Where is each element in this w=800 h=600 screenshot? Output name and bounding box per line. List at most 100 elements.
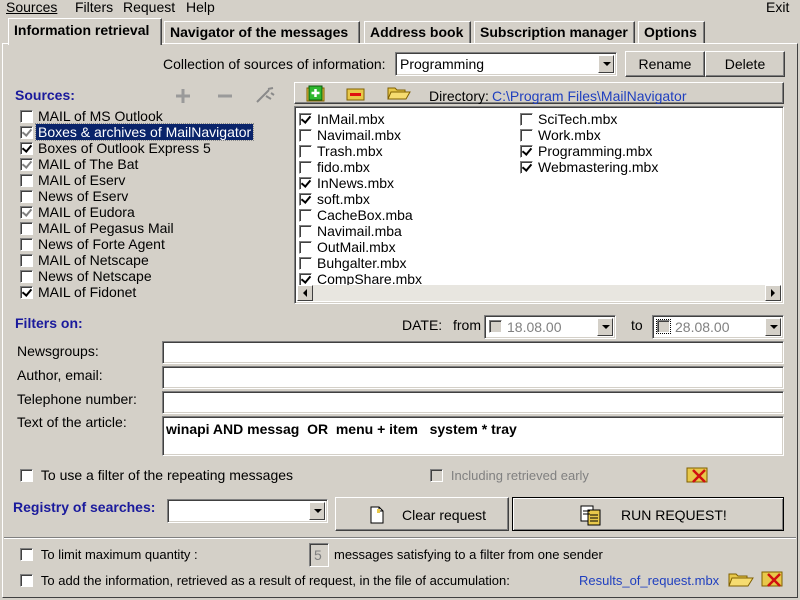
horizontal-scrollbar[interactable] [297, 285, 781, 301]
menu-exit[interactable]: Exit [766, 0, 789, 15]
list-item[interactable]: InMail.mbx [299, 111, 387, 127]
list-item[interactable]: News of Forte Agent [20, 236, 167, 252]
wand-icon[interactable] [254, 86, 276, 106]
list-item[interactable]: OutMail.mbx [299, 239, 398, 255]
checkbox[interactable] [20, 254, 33, 267]
menu-filters[interactable]: Filters [75, 0, 113, 15]
list-item[interactable]: Boxes of Outlook Express 5 [20, 140, 213, 156]
date-to-checkbox[interactable] [656, 319, 671, 334]
newsgroups-input[interactable] [162, 341, 784, 364]
checkbox[interactable] [299, 193, 312, 206]
limit-quantity-input[interactable]: 5 [309, 543, 329, 567]
registry-select[interactable] [167, 499, 328, 523]
chevron-down-icon[interactable] [765, 318, 781, 336]
checkbox[interactable] [520, 161, 533, 174]
list-item[interactable]: soft.mbx [299, 191, 372, 207]
checkbox[interactable] [20, 238, 33, 251]
accumulate-file-link[interactable]: Results_of_request.mbx [579, 573, 719, 588]
rename-button[interactable]: Rename [625, 51, 705, 77]
article-text-input[interactable]: winapi AND messag OR menu + item system … [162, 416, 784, 456]
tab-address-book[interactable]: Address book [364, 21, 471, 44]
chevron-down-icon[interactable] [309, 502, 325, 520]
menu-help[interactable]: Help [186, 0, 215, 15]
add-file-icon[interactable] [305, 85, 327, 105]
list-item[interactable]: Work.mbx [520, 127, 603, 143]
checkbox[interactable] [299, 209, 312, 222]
list-item[interactable]: InNews.mbx [299, 175, 396, 191]
minus-icon[interactable] [214, 86, 236, 106]
collection-select[interactable]: Programming [395, 52, 617, 76]
list-item[interactable]: Navimail.mba [299, 223, 404, 239]
remove-file-icon[interactable] [345, 85, 367, 105]
checkbox[interactable] [20, 270, 33, 283]
checkbox[interactable] [520, 113, 533, 126]
menu-request[interactable]: Request [123, 0, 175, 15]
checkbox[interactable] [299, 241, 312, 254]
list-item[interactable]: MAIL of Fidonet [20, 284, 138, 300]
run-request-button[interactable]: RUN REQUEST! [512, 497, 784, 531]
scroll-right-icon[interactable] [765, 285, 781, 301]
checkbox[interactable] [299, 145, 312, 158]
checkbox[interactable] [520, 129, 533, 142]
list-item[interactable]: Buhgalter.mbx [299, 255, 409, 271]
chevron-down-icon[interactable] [598, 55, 614, 73]
accumulate-row[interactable]: To add the information, retrieved as a r… [20, 572, 510, 588]
list-item[interactable]: News of Eserv [20, 188, 130, 204]
tab-information-retrieval[interactable]: Information retrieval [8, 18, 162, 45]
checkbox[interactable] [20, 190, 33, 203]
clear-file-icon[interactable] [760, 569, 788, 589]
list-item[interactable]: MAIL of Netscape [20, 252, 151, 268]
checkbox[interactable] [20, 286, 33, 299]
list-item[interactable]: CacheBox.mba [299, 207, 415, 223]
checkbox[interactable] [299, 257, 312, 270]
tab-options[interactable]: Options [638, 21, 705, 44]
plus-icon[interactable] [172, 86, 194, 106]
accumulate-checkbox[interactable] [20, 574, 33, 587]
checkbox[interactable] [299, 129, 312, 142]
list-item[interactable]: MAIL of Pegasus Mail [20, 220, 176, 236]
limit-row[interactable]: To limit maximum quantity : [20, 546, 198, 562]
list-item[interactable]: Boxes & archives of MailNavigator [20, 123, 255, 141]
date-from-checkbox[interactable] [489, 320, 502, 333]
date-from-field[interactable]: 18.08.00 [484, 315, 616, 339]
limit-checkbox[interactable] [20, 548, 33, 561]
list-item[interactable]: MAIL of Eserv [20, 172, 127, 188]
list-item[interactable]: SciTech.mbx [520, 111, 619, 127]
list-item[interactable]: Programming.mbx [520, 143, 654, 159]
list-item[interactable]: Trash.mbx [299, 143, 385, 159]
checkbox[interactable] [299, 113, 312, 126]
repeat-filter-row[interactable]: To use a filter of the repeating message… [20, 467, 293, 483]
author-email-input[interactable] [162, 366, 784, 389]
folder-open-icon[interactable] [727, 569, 755, 589]
checkbox[interactable] [299, 225, 312, 238]
chevron-down-icon[interactable] [597, 318, 613, 336]
date-to-field[interactable]: 28.08.00 [652, 315, 784, 339]
delete-button[interactable]: Delete [705, 51, 785, 77]
checkbox[interactable] [20, 174, 33, 187]
checkbox[interactable] [299, 177, 312, 190]
checkbox[interactable] [20, 206, 33, 219]
telephone-input[interactable] [162, 391, 784, 414]
repeat-filter-checkbox[interactable] [20, 469, 33, 482]
folder-open-icon[interactable] [386, 84, 411, 104]
checkbox[interactable] [20, 126, 33, 139]
clear-request-button[interactable]: Clear request [335, 497, 509, 531]
checkbox[interactable] [20, 158, 33, 171]
checkbox[interactable] [520, 145, 533, 158]
clear-filters-icon[interactable] [685, 465, 711, 485]
checkbox[interactable] [20, 142, 33, 155]
checkbox[interactable] [20, 110, 33, 123]
directory-path[interactable]: C:\Program Files\MailNavigator [492, 88, 687, 104]
list-item[interactable]: MAIL of Eudora [20, 204, 137, 220]
list-item[interactable]: Webmastering.mbx [520, 159, 660, 175]
checkbox[interactable] [20, 222, 33, 235]
list-item[interactable]: fido.mbx [299, 159, 372, 175]
list-item[interactable]: News of Netscape [20, 268, 154, 284]
list-item[interactable]: Navimail.mbx [299, 127, 403, 143]
list-item[interactable]: MAIL of MS Outlook [20, 108, 165, 124]
list-item[interactable]: MAIL of The Bat [20, 156, 140, 172]
tab-subscription-manager[interactable]: Subscription manager [474, 21, 635, 44]
tab-navigator[interactable]: Navigator of the messages [164, 21, 360, 44]
checkbox[interactable] [299, 161, 312, 174]
scroll-left-icon[interactable] [297, 285, 313, 301]
